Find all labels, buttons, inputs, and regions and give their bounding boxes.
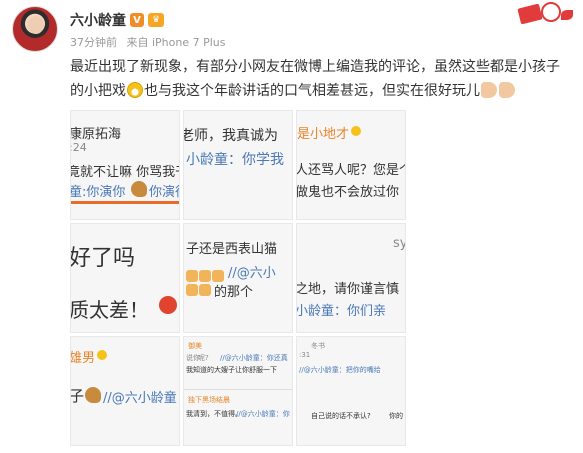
image-grid: 康原拓海 :24 竟就不让嘛 你骂我干 童:你演你 你演很 老师，我真诚为 小龄…	[70, 110, 408, 446]
image-text: 是小地才	[297, 127, 350, 142]
image-thumbnail-5[interactable]: 子还是西表山猫 //@六小 的那个	[183, 223, 293, 333]
verified-icon[interactable]: V	[130, 13, 144, 27]
image-text: 人还骂人呢？您是个	[296, 163, 406, 178]
image-thumbnail-3[interactable]: 是小地才 人还骂人呢？您是个 做鬼也不会放过你	[296, 110, 406, 220]
envelope-icon	[517, 3, 543, 25]
mascot-icon	[541, 2, 561, 22]
image-text: 独下黑场结晨	[188, 396, 230, 404]
image-text: 做鬼也不会放过你	[296, 185, 400, 200]
image-text: 子	[70, 387, 85, 405]
post-text: 最近出现了新现象，有部分小网友在微博上编造我的评论，虽然这些都是小孩子的小把戏也…	[70, 55, 570, 103]
bow-icon	[561, 10, 573, 20]
image-text: 小龄童：你们亲	[296, 304, 387, 319]
hands-emoji-icon	[186, 284, 198, 296]
image-text: 质太差！	[70, 298, 149, 322]
hand-emoji-icon	[499, 82, 515, 98]
image-text: 雄男	[70, 351, 96, 366]
hands-emoji-icon	[199, 284, 211, 296]
emoji-icon	[351, 126, 361, 136]
image-thumbnail-8[interactable]: 御美 说你 呢? //@六小龄童：你还真 我知道的大嫂子让你舒服一下 独下黑场结…	[183, 336, 293, 446]
image-thumbnail-2[interactable]: 老师，我真诚为 小龄童：你学我	[183, 110, 293, 220]
image-thumbnail-9[interactable]: 冬书 :31 //@六小龄童：把你的嘴给 自己说的话不承认? 你的	[296, 336, 406, 446]
image-thumbnail-7[interactable]: 雄男 子 //@六小龄童	[70, 336, 180, 446]
image-text: //@六小龄童：把你的嘴给	[299, 366, 381, 374]
divider	[184, 389, 292, 390]
post-source: 来自 iPhone 7 Plus	[126, 36, 226, 49]
image-text: //@六小龄童：你还真	[220, 354, 288, 362]
avatar-face	[28, 16, 44, 34]
image-text: 小龄童：你学我	[186, 152, 284, 168]
squirrel-emoji-icon	[85, 387, 101, 403]
weibo-post: 六小龄童 V ♛ 37分钟前 来自 iPhone 7 Plus 最近出现了新现象…	[0, 0, 583, 453]
image-text: 竟就不让嘛 你骂我干	[70, 165, 180, 180]
divider	[71, 201, 179, 204]
image-text: 老师，我真诚为	[183, 128, 278, 144]
image-thumbnail-4[interactable]: 好了吗 质太差！	[70, 223, 180, 333]
image-text: 你的	[389, 412, 403, 420]
squirrel-emoji-icon	[131, 181, 147, 197]
emoji-icon	[97, 350, 107, 360]
image-text: 你演很	[149, 185, 179, 200]
image-text: 我知道的大嫂子让你舒服一下	[186, 366, 277, 374]
hand-emoji-icon	[481, 82, 497, 98]
image-text: 我清到，不值得。	[186, 410, 242, 418]
decoration-icon	[515, 2, 575, 26]
image-text: 冬书	[311, 342, 325, 350]
username[interactable]: 六小龄童	[70, 10, 126, 30]
image-thumbnail-6[interactable]: sy 之地，请你谨言慎 小龄童：你们亲	[296, 223, 406, 333]
hands-emoji-icon	[199, 270, 211, 282]
hands-emoji-icon	[186, 270, 198, 282]
angry-emoji-icon	[159, 296, 177, 314]
image-text: 子还是西表山猫	[186, 242, 278, 257]
image-text: 御美	[188, 342, 202, 350]
crown-icon[interactable]: ♛	[148, 13, 164, 27]
laugh-emoji-icon	[127, 82, 143, 98]
image-text: 的那个	[214, 285, 254, 300]
avatar[interactable]	[12, 6, 58, 52]
image-text: //@六小龄童：你	[236, 410, 290, 418]
image-thumbnail-1[interactable]: 康原拓海 :24 竟就不让嘛 你骂我干 童:你演你 你演很	[70, 110, 180, 220]
image-text: 好了吗	[70, 246, 136, 271]
image-text: 自己说的话不承认?	[311, 412, 371, 420]
image-text: :24	[70, 141, 87, 154]
image-text: sy	[393, 236, 405, 251]
image-text: :31	[299, 351, 311, 359]
image-text: 康原拓海	[70, 127, 122, 142]
image-text: 呢?	[198, 354, 209, 362]
post-text-part2: 也与我这个年龄讲话的口气相差甚远，但实在很好玩儿	[144, 83, 480, 99]
image-text: //@六小龄童	[103, 391, 177, 406]
image-text: 童:你演你	[70, 185, 126, 200]
image-text: 之地，请你谨言慎	[296, 282, 400, 297]
post-meta: 37分钟前 来自 iPhone 7 Plus	[70, 34, 232, 50]
image-text: //@六小	[228, 266, 276, 281]
post-time[interactable]: 37分钟前	[70, 36, 117, 49]
name-row: 六小龄童 V ♛	[70, 10, 164, 30]
